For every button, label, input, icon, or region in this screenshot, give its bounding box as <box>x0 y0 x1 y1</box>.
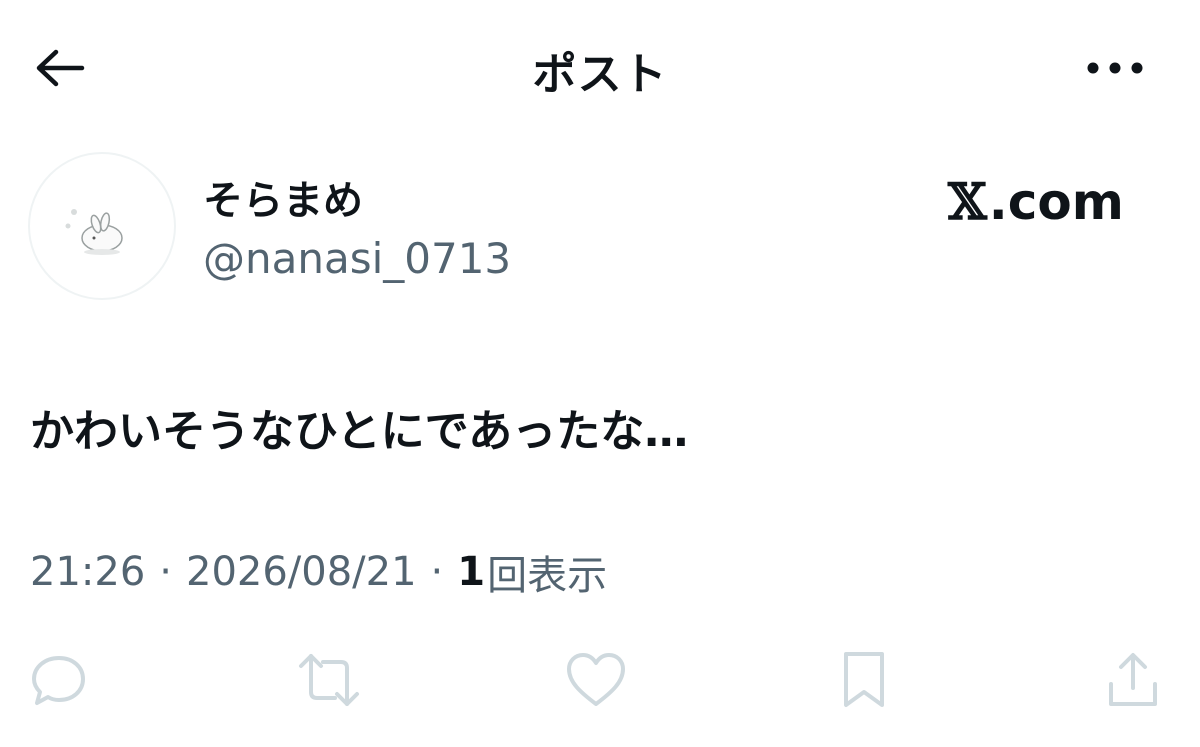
rabbit-avatar <box>65 209 123 255</box>
post-text: かわいそうなひとにであったな… <box>30 406 689 457</box>
views-label: 回表示 <box>487 553 608 599</box>
avatar[interactable] <box>28 152 176 300</box>
post-time[interactable]: 21:26 <box>30 549 145 595</box>
xcom-domain-text: .com <box>988 172 1124 231</box>
page-title: ポスト <box>532 49 668 100</box>
post-meta: 21:26 · 2026/08/21 · 1 回表示 <box>30 543 607 601</box>
top-bar: ポスト <box>0 0 1200 135</box>
author-handle[interactable]: @nanasi_0713 <box>203 234 511 283</box>
share-button[interactable] <box>1101 648 1165 712</box>
share-icon <box>1109 653 1157 706</box>
reply-button[interactable] <box>27 648 91 712</box>
repost-icon <box>299 654 359 706</box>
like-button[interactable] <box>564 648 628 712</box>
meta-separator: · <box>430 549 444 595</box>
meta-separator: · <box>159 549 172 595</box>
bookmark-icon <box>844 652 884 707</box>
reply-icon <box>32 656 85 705</box>
post-date[interactable]: 2026/08/21 <box>186 549 417 595</box>
more-options-button[interactable] <box>1080 40 1150 96</box>
xcom-watermark: 𝕏 .com <box>948 172 1124 231</box>
repost-button[interactable] <box>297 648 361 712</box>
like-icon <box>567 653 625 706</box>
author-display-name[interactable]: そらまめ <box>203 168 363 226</box>
more-dots-icon <box>1087 62 1143 74</box>
bookmark-button[interactable] <box>832 648 896 712</box>
views-count: 1 <box>457 549 486 595</box>
x-logo: 𝕏 <box>948 172 987 231</box>
